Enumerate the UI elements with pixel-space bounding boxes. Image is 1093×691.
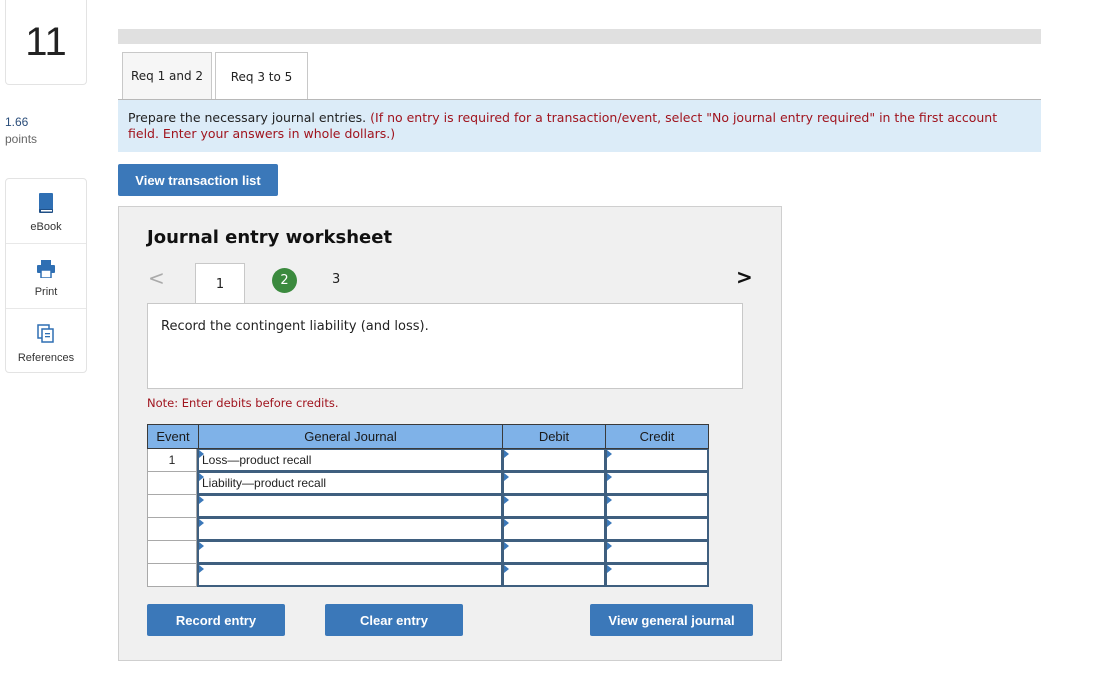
references-label: References: [17, 352, 75, 364]
credit-input[interactable]: [605, 495, 709, 518]
points-value: 1.66: [5, 115, 29, 129]
view-general-journal-button[interactable]: View general journal: [590, 604, 753, 636]
credit-input[interactable]: [605, 541, 709, 564]
references-button[interactable]: References: [6, 309, 86, 374]
account-input[interactable]: [197, 564, 503, 587]
print-label: Print: [34, 286, 58, 298]
event-cell: 1: [147, 449, 197, 472]
instruction-box: Prepare the necessary journal entries. (…: [118, 100, 1041, 152]
account-input[interactable]: Liability—product recall: [197, 472, 503, 495]
worksheet-title: Journal entry worksheet: [147, 227, 393, 248]
event-cell: [147, 564, 197, 587]
prev-step-button[interactable]: <: [148, 266, 165, 290]
debit-input[interactable]: [502, 449, 606, 472]
record-entry-button[interactable]: Record entry: [147, 604, 285, 636]
debit-input[interactable]: [502, 541, 606, 564]
event-cell: [147, 472, 197, 495]
tools-panel: eBook Print References: [5, 178, 87, 373]
debit-input[interactable]: [502, 518, 606, 541]
credit-input[interactable]: [605, 564, 709, 587]
journal-table: Event General Journal Debit Credit 1 Los…: [147, 424, 709, 588]
question-number: 11: [5, 0, 87, 85]
points-label: points: [5, 132, 38, 146]
next-step-button[interactable]: >: [736, 265, 753, 289]
credit-input[interactable]: [605, 518, 709, 541]
column-header-event: Event: [147, 424, 198, 449]
credit-input[interactable]: [605, 449, 709, 472]
ebook-button[interactable]: eBook: [6, 179, 86, 244]
print-button[interactable]: Print: [6, 244, 86, 309]
event-cell: [147, 541, 197, 564]
clear-entry-button[interactable]: Clear entry: [325, 604, 463, 636]
debit-input[interactable]: [502, 495, 606, 518]
printer-icon: [37, 260, 55, 278]
progress-bar: [118, 29, 1041, 44]
tab-req-1-and-2[interactable]: Req 1 and 2: [122, 52, 212, 99]
debit-credit-note: Note: Enter debits before credits.: [147, 396, 339, 410]
step-tab-3[interactable]: 3: [332, 272, 340, 287]
column-header-credit: Credit: [605, 424, 709, 449]
book-icon: [39, 193, 53, 213]
view-transaction-list-button[interactable]: View transaction list: [118, 164, 278, 196]
debit-input[interactable]: [502, 564, 606, 587]
step-tab-2[interactable]: 2: [272, 268, 297, 293]
column-header-debit: Debit: [502, 424, 605, 449]
account-input[interactable]: [197, 518, 503, 541]
account-input[interactable]: [197, 495, 503, 518]
copy-pages-icon: [37, 324, 54, 343]
account-input[interactable]: [197, 541, 503, 564]
instruction-main: Prepare the necessary journal entries.: [128, 110, 367, 125]
step-description: Record the contingent liability (and los…: [147, 303, 743, 389]
event-cell: [147, 495, 197, 518]
tab-req-3-to-5[interactable]: Req 3 to 5: [215, 52, 308, 100]
ebook-label: eBook: [30, 221, 62, 233]
step-description-text: Record the contingent liability (and los…: [161, 319, 429, 334]
account-input[interactable]: Loss—product recall: [197, 449, 503, 472]
credit-input[interactable]: [605, 472, 709, 495]
debit-input[interactable]: [502, 472, 606, 495]
step-tab-1[interactable]: 1: [195, 263, 245, 304]
event-cell: [147, 518, 197, 541]
column-header-general-journal: General Journal: [198, 424, 502, 449]
